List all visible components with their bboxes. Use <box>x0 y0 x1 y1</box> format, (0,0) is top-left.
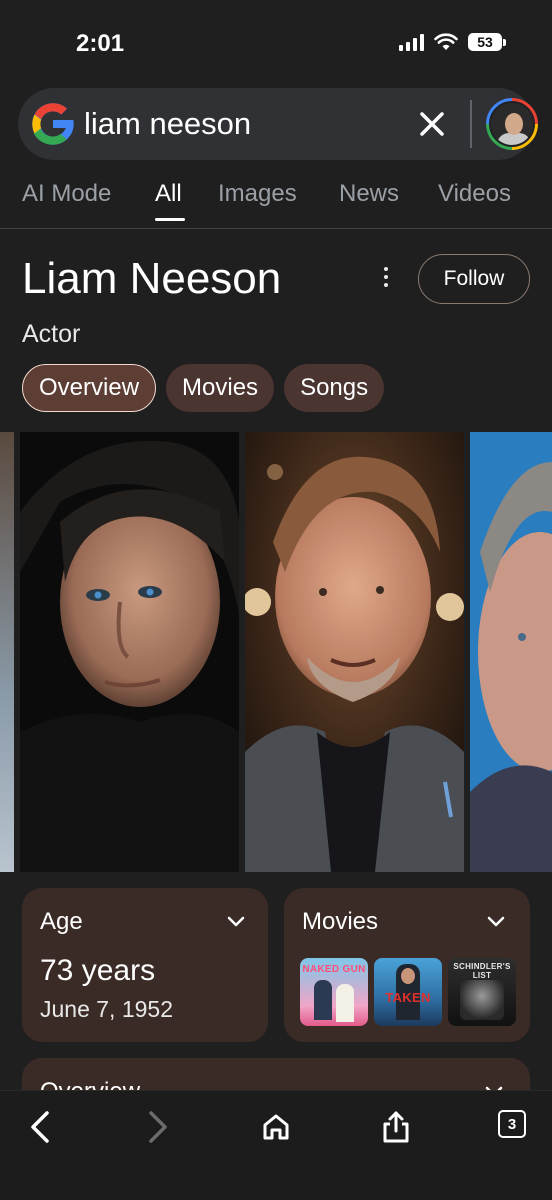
birth-date: June 7, 1952 <box>40 996 174 1022</box>
chip-songs[interactable]: Songs <box>284 364 385 412</box>
search-input[interactable]: liam neeson <box>84 106 251 142</box>
search-tabs: AI Mode All Images News Videos <box>0 176 552 228</box>
more-options-icon[interactable] <box>374 264 398 290</box>
entity-chips: Overview Movies Songs <box>22 364 385 412</box>
close-icon[interactable] <box>414 106 450 142</box>
photo-partial-right[interactable] <box>470 432 552 872</box>
poster-naked-gun[interactable]: NAKED GUN <box>300 958 368 1026</box>
tab-all[interactable]: All <box>155 180 182 208</box>
wifi-icon <box>434 33 458 50</box>
chevron-down-icon[interactable] <box>486 914 506 930</box>
tab-ai-mode[interactable]: AI Mode <box>22 180 111 208</box>
account-avatar[interactable] <box>486 98 538 150</box>
search-bar[interactable]: liam neeson <box>18 88 538 160</box>
chevron-down-icon[interactable] <box>226 914 246 930</box>
signal-icon <box>399 33 424 51</box>
age-value: 73 years <box>40 954 156 987</box>
active-tab-indicator <box>155 218 185 221</box>
status-bar: 2:01 53 <box>0 0 552 84</box>
age-card[interactable]: Age 73 years June 7, 1952 <box>22 888 268 1042</box>
chip-movies[interactable]: Movies <box>166 364 275 412</box>
entity-title: Liam Neeson <box>22 254 282 303</box>
battery-icon: 53 <box>468 33 506 51</box>
share-icon[interactable] <box>376 1107 416 1147</box>
browser-toolbar <box>0 1090 552 1200</box>
follow-button[interactable]: Follow <box>418 254 530 304</box>
battery-level: 53 <box>468 33 502 51</box>
movies-card[interactable]: Movies NAKED GUN TAKEN SCHINDLER'S LIST <box>284 888 530 1042</box>
forward-icon[interactable] <box>138 1107 178 1147</box>
image-carousel[interactable] <box>0 432 552 872</box>
poster-taken[interactable]: TAKEN <box>374 958 442 1026</box>
search-divider <box>470 100 472 148</box>
movie-posters: NAKED GUN TAKEN SCHINDLER'S LIST <box>300 958 516 1026</box>
movies-card-title: Movies <box>302 908 379 935</box>
chip-overview[interactable]: Overview <box>22 364 157 412</box>
age-card-title: Age <box>40 908 83 935</box>
tabs-icon[interactable]: 3 <box>498 1110 526 1138</box>
status-time: 2:01 <box>76 30 125 57</box>
tabs-divider <box>0 228 552 229</box>
photo-portrait-dark[interactable] <box>20 432 239 872</box>
tab-videos[interactable]: Videos <box>438 180 511 208</box>
photo-event-smiling[interactable] <box>245 432 464 872</box>
poster-schindlers-list[interactable]: SCHINDLER'S LIST <box>448 958 516 1026</box>
google-g-logo[interactable] <box>26 97 80 151</box>
tab-news[interactable]: News <box>339 180 399 208</box>
tab-images[interactable]: Images <box>218 180 297 208</box>
poster-title: TAKEN <box>385 990 431 1005</box>
poster-title: NAKED GUN <box>302 964 366 975</box>
poster-title: SCHINDLER'S LIST <box>453 962 511 980</box>
back-icon[interactable] <box>20 1107 60 1147</box>
entity-subtitle: Actor <box>22 320 81 348</box>
status-icons: 53 <box>399 33 506 51</box>
photo-partial-left[interactable] <box>0 432 14 872</box>
home-icon[interactable] <box>256 1107 296 1147</box>
